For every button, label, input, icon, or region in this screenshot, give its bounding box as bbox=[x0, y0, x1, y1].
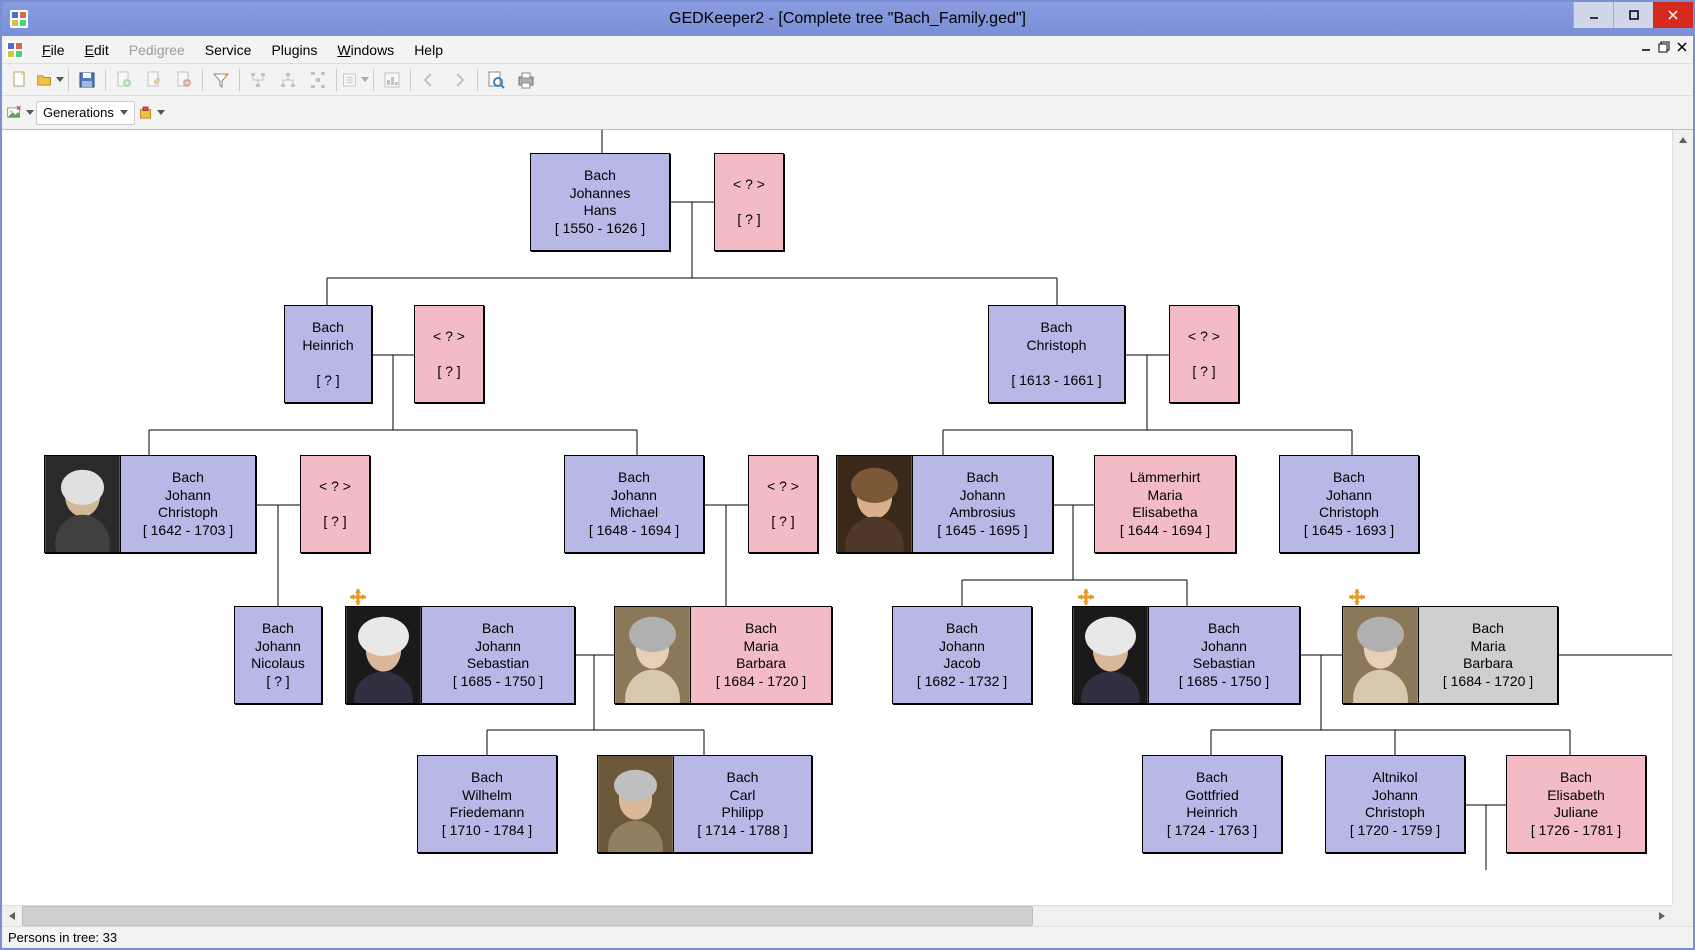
expand-marker-icon[interactable] bbox=[1348, 588, 1366, 606]
toolbar-separator bbox=[410, 69, 411, 91]
tree-both-button[interactable] bbox=[304, 66, 332, 94]
toolbar-separator bbox=[105, 69, 106, 91]
portrait-image bbox=[615, 607, 691, 703]
person-node-johann-nicolaus[interactable]: Bach Johann Nicolaus [ ? ] bbox=[234, 606, 322, 704]
person-node-maria-barbara-right[interactable]: Bach Maria Barbara [ 1684 - 1720 ] bbox=[1342, 606, 1558, 704]
portrait-image bbox=[598, 756, 674, 852]
expand-marker-icon[interactable] bbox=[1077, 588, 1095, 606]
toolbar-separator bbox=[239, 69, 240, 91]
window-titlebar: GEDKeeper2 - [Complete tree "Bach_Family… bbox=[2, 2, 1693, 36]
mdi-close-button[interactable] bbox=[1675, 40, 1689, 57]
person-node-unknown-spouse[interactable]: < ? > [ ? ] bbox=[300, 455, 370, 553]
toolbar-separator bbox=[336, 69, 337, 91]
preview-button[interactable] bbox=[482, 66, 510, 94]
window-title: GEDKeeper2 - [Complete tree "Bach_Family… bbox=[669, 10, 1026, 28]
person-node-wilhelm-friedemann[interactable]: Bach Wilhelm Friedemann [ 1710 - 1784 ] bbox=[417, 755, 557, 853]
menu-bar: File Edit Pedigree Service Plugins Windo… bbox=[2, 36, 1693, 64]
modes-button[interactable] bbox=[137, 99, 165, 127]
tree-canvas-area: Bach Johannes Hans [ 1550 - 1626 ] < ? >… bbox=[2, 130, 1693, 926]
menu-plugins[interactable]: Plugins bbox=[261, 38, 327, 62]
person-node-laemmerhirt[interactable]: Lämmerhirt Maria Elisabetha [ 1644 - 169… bbox=[1094, 455, 1236, 553]
edit-record-button[interactable] bbox=[140, 66, 168, 94]
person-node-unknown-spouse[interactable]: < ? > [ ? ] bbox=[1169, 305, 1239, 403]
person-node-unknown-spouse[interactable]: < ? > [ ? ] bbox=[714, 153, 784, 251]
toolbar-separator bbox=[68, 69, 69, 91]
open-file-button[interactable] bbox=[36, 66, 64, 94]
stats-button[interactable] bbox=[378, 66, 406, 94]
pedigree-button[interactable] bbox=[341, 66, 369, 94]
vertical-scrollbar[interactable] bbox=[1672, 130, 1693, 926]
toolbar-separator bbox=[477, 69, 478, 91]
menu-pedigree[interactable]: Pedigree bbox=[119, 38, 195, 62]
menu-file[interactable]: File bbox=[32, 38, 75, 62]
save-file-button[interactable] bbox=[73, 66, 101, 94]
person-node-jsb-left[interactable]: Bach Johann Sebastian [ 1685 - 1750 ] bbox=[345, 606, 575, 704]
scroll-up-button[interactable] bbox=[1673, 130, 1693, 150]
menu-help[interactable]: Help bbox=[404, 38, 453, 62]
portrait-image bbox=[1343, 607, 1419, 703]
tree-toolbar: Generations bbox=[2, 96, 1693, 130]
portrait-image bbox=[1073, 607, 1149, 703]
person-node-gottfried-heinrich[interactable]: Bach Gottfried Heinrich [ 1724 - 1763 ] bbox=[1142, 755, 1282, 853]
app-icon bbox=[10, 10, 28, 28]
menu-service[interactable]: Service bbox=[195, 38, 262, 62]
person-node-johann-jacob[interactable]: Bach Johann Jacob [ 1682 - 1732 ] bbox=[892, 606, 1032, 704]
portrait-image bbox=[45, 456, 121, 552]
tree-descendants-button[interactable] bbox=[274, 66, 302, 94]
scroll-right-button[interactable] bbox=[1652, 906, 1672, 926]
print-button[interactable] bbox=[512, 66, 540, 94]
menu-windows[interactable]: Windows bbox=[327, 38, 404, 62]
window-minimize-button[interactable] bbox=[1573, 2, 1613, 28]
scroll-left-button[interactable] bbox=[2, 906, 22, 926]
export-image-button[interactable] bbox=[6, 99, 34, 127]
menu-edit[interactable]: Edit bbox=[75, 38, 119, 62]
scrollbar-track[interactable] bbox=[22, 906, 1652, 926]
main-toolbar bbox=[2, 64, 1693, 96]
horizontal-scrollbar[interactable] bbox=[2, 905, 1672, 926]
person-node-jsb-right[interactable]: Bach Johann Sebastian [ 1685 - 1750 ] bbox=[1072, 606, 1300, 704]
tree-ancestors-button[interactable] bbox=[244, 66, 272, 94]
window-maximize-button[interactable] bbox=[1613, 2, 1653, 28]
person-node-elisabeth-juliane[interactable]: Bach Elisabeth Juliane [ 1726 - 1781 ] bbox=[1506, 755, 1646, 853]
nav-forward-button[interactable] bbox=[445, 66, 473, 94]
person-node-carl-philipp[interactable]: Bach Carl Philipp [ 1714 - 1788 ] bbox=[597, 755, 812, 853]
person-node-unknown-spouse[interactable]: < ? > [ ? ] bbox=[414, 305, 484, 403]
person-node-heinrich[interactable]: Bach Heinrich [ ? ] bbox=[284, 305, 372, 403]
portrait-image bbox=[346, 607, 422, 703]
person-node-johann-michael[interactable]: Bach Johann Michael [ 1648 - 1694 ] bbox=[564, 455, 704, 553]
tree-canvas[interactable]: Bach Johannes Hans [ 1550 - 1626 ] < ? >… bbox=[2, 130, 1693, 926]
toolbar-separator bbox=[202, 69, 203, 91]
person-node-christoph[interactable]: Bach Christoph [ 1613 - 1661 ] bbox=[988, 305, 1125, 403]
scrollbar-thumb[interactable] bbox=[22, 906, 1033, 926]
nav-back-button[interactable] bbox=[415, 66, 443, 94]
person-node-johannes-hans[interactable]: Bach Johannes Hans [ 1550 - 1626 ] bbox=[530, 153, 670, 251]
person-node-altnikol[interactable]: Altnikol Johann Christoph [ 1720 - 1759 … bbox=[1325, 755, 1465, 853]
add-record-button[interactable] bbox=[110, 66, 138, 94]
status-bar: Persons in tree: 33 bbox=[2, 926, 1693, 948]
filter-button[interactable] bbox=[207, 66, 235, 94]
person-node-johann-ambrosius[interactable]: Bach Johann Ambrosius [ 1645 - 1695 ] bbox=[836, 455, 1053, 553]
window-close-button[interactable] bbox=[1653, 2, 1693, 28]
person-node-maria-barbara-left[interactable]: Bach Maria Barbara [ 1684 - 1720 ] bbox=[614, 606, 832, 704]
portrait-image bbox=[837, 456, 913, 552]
mdi-restore-button[interactable] bbox=[1657, 40, 1671, 57]
generations-dropdown[interactable]: Generations bbox=[36, 101, 135, 125]
mdi-minimize-button[interactable] bbox=[1639, 40, 1653, 57]
delete-record-button[interactable] bbox=[170, 66, 198, 94]
scrollbar-corner bbox=[1672, 905, 1693, 926]
generations-label: Generations bbox=[43, 105, 114, 120]
person-node-johann-christoph-1642[interactable]: Bach Johann Christoph [ 1642 - 1703 ] bbox=[44, 455, 256, 553]
toolbar-separator bbox=[373, 69, 374, 91]
person-node-unknown-spouse[interactable]: < ? > [ ? ] bbox=[748, 455, 818, 553]
new-file-button[interactable] bbox=[6, 66, 34, 94]
expand-marker-icon[interactable] bbox=[349, 588, 367, 606]
status-text: Persons in tree: 33 bbox=[8, 930, 117, 945]
mdi-app-icon bbox=[6, 41, 24, 59]
person-node-johann-christoph-1645[interactable]: Bach Johann Christoph [ 1645 - 1693 ] bbox=[1279, 455, 1419, 553]
scrollbar-track[interactable] bbox=[1673, 150, 1693, 906]
